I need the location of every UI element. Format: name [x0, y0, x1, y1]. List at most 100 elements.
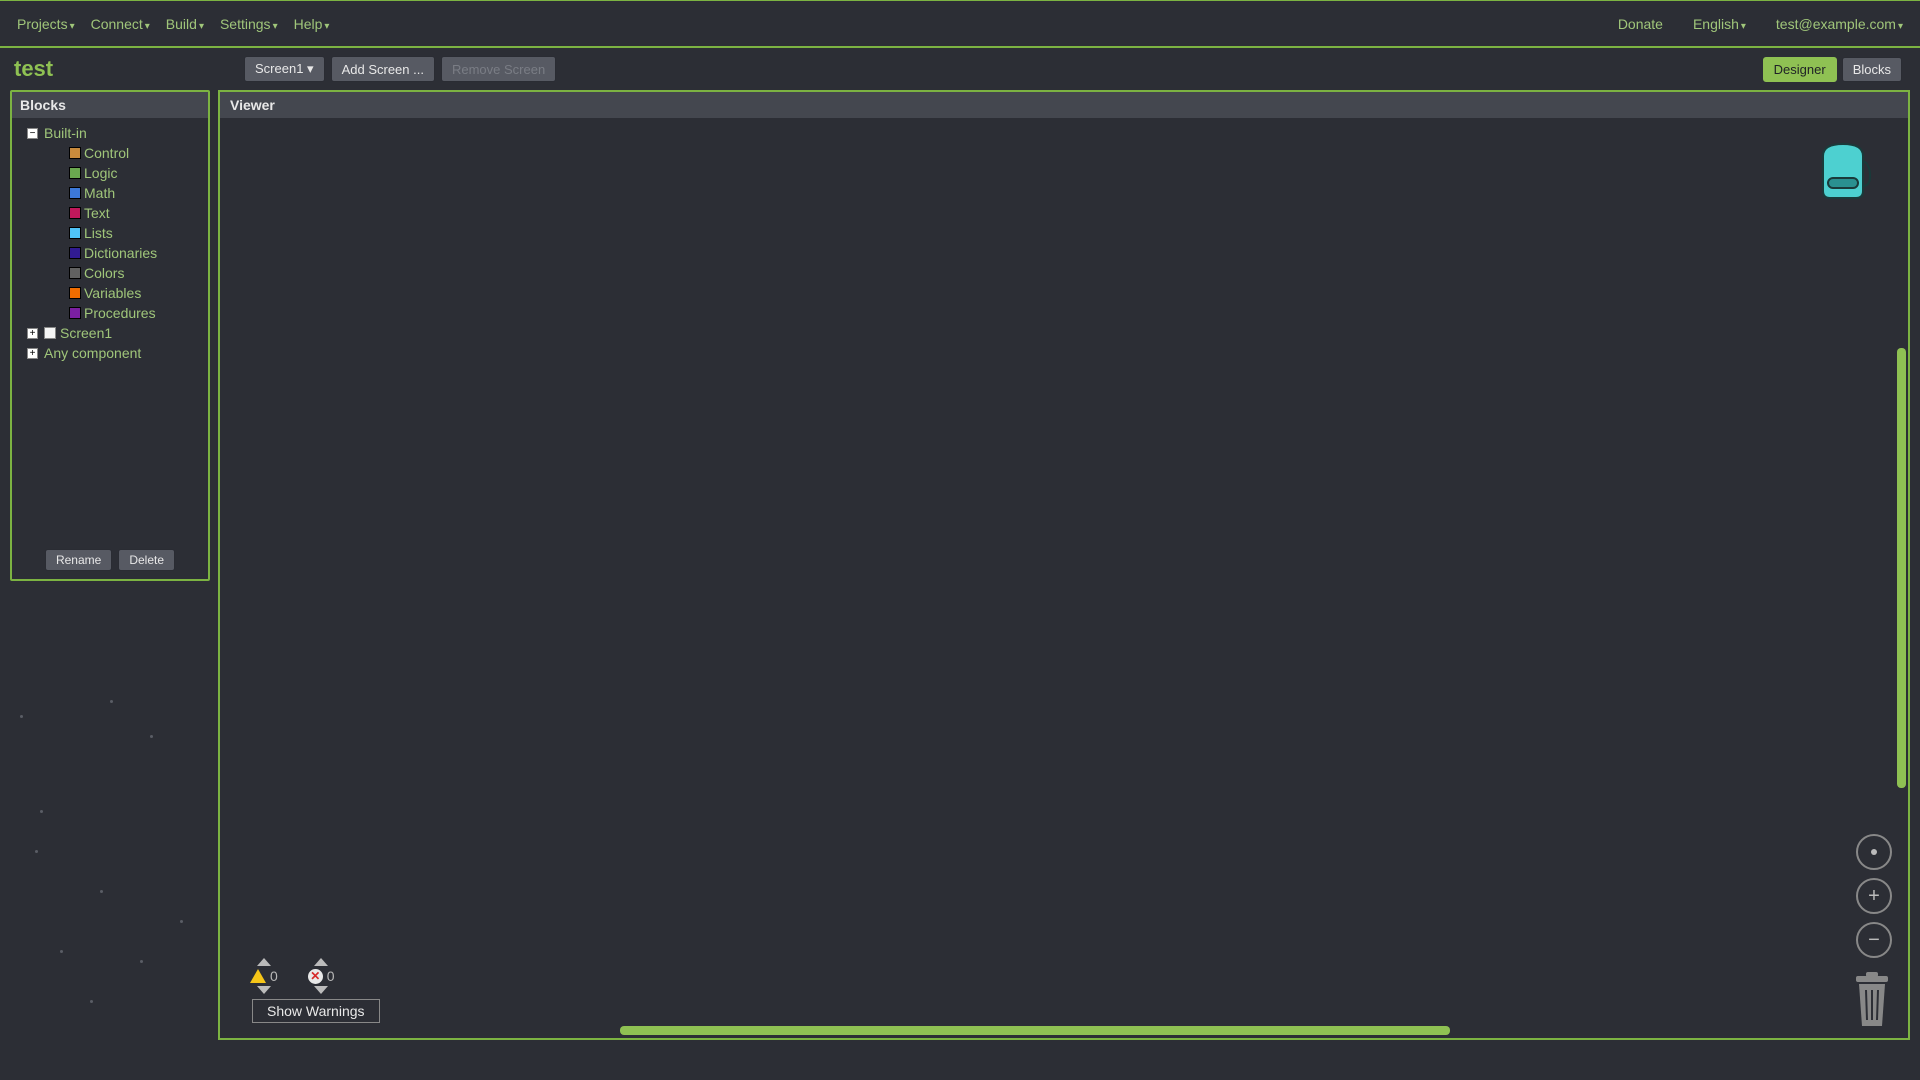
- error-icon: ✕: [308, 969, 323, 984]
- bg-dot: [40, 810, 43, 813]
- tree-variables[interactable]: Variables: [17, 283, 203, 303]
- tree-label: Lists: [84, 225, 113, 241]
- color-swatch: [69, 187, 81, 199]
- tree-label: Variables: [84, 285, 141, 301]
- blocks-panel: Blocks − Built-in Control Logic Math Tex…: [10, 90, 210, 581]
- tree-label: Dictionaries: [84, 245, 157, 261]
- sidebar: Blocks − Built-in Control Logic Math Tex…: [10, 90, 210, 1040]
- tree-colors[interactable]: Colors: [17, 263, 203, 283]
- color-swatch: [69, 207, 81, 219]
- tree-text[interactable]: Text: [17, 203, 203, 223]
- tree-dictionaries[interactable]: Dictionaries: [17, 243, 203, 263]
- tree-lists[interactable]: Lists: [17, 223, 203, 243]
- screen-controls: Screen1 ▾ Add Screen ... Remove Screen: [244, 56, 556, 82]
- error-next-icon[interactable]: [314, 986, 328, 994]
- tree-label: Text: [84, 205, 110, 221]
- zoom-controls: + −: [1856, 834, 1892, 958]
- designer-button[interactable]: Designer: [1763, 57, 1837, 82]
- caret-icon: ▾: [324, 21, 329, 32]
- counter-row: 0 ✕ 0: [250, 958, 380, 994]
- menu-help[interactable]: Help▾: [287, 11, 337, 37]
- vertical-scrollbar[interactable]: [1897, 348, 1906, 788]
- collapse-icon[interactable]: −: [27, 128, 38, 139]
- tree-any-component[interactable]: + Any component: [17, 343, 203, 363]
- zoom-center-button[interactable]: [1856, 834, 1892, 870]
- tree-label: Logic: [84, 165, 117, 181]
- warning-count: 0: [270, 968, 278, 984]
- menu-right: Donate English▾ test@example.com▾: [1611, 11, 1910, 37]
- tree-label: Procedures: [84, 305, 156, 321]
- project-title: test: [14, 56, 234, 82]
- remove-screen-button[interactable]: Remove Screen: [441, 56, 556, 82]
- tree-builtin[interactable]: − Built-in: [17, 123, 203, 143]
- tree-procedures[interactable]: Procedures: [17, 303, 203, 323]
- menu-bar: Projects▾ Connect▾ Build▾ Settings▾ Help…: [0, 0, 1920, 48]
- show-warnings-button[interactable]: Show Warnings: [252, 999, 380, 1023]
- color-swatch: [69, 307, 81, 319]
- color-swatch: [69, 247, 81, 259]
- viewer-panel: Viewer + −: [218, 90, 1910, 1040]
- bg-dot: [180, 920, 183, 923]
- trash-icon[interactable]: [1850, 972, 1894, 1028]
- warning-next-icon[interactable]: [257, 986, 271, 994]
- main-area: Blocks − Built-in Control Logic Math Tex…: [0, 90, 1920, 1040]
- tree-math[interactable]: Math: [17, 183, 203, 203]
- tree-control[interactable]: Control: [17, 143, 203, 163]
- error-prev-icon[interactable]: [314, 958, 328, 966]
- caret-icon: ▾: [307, 61, 314, 76]
- caret-icon: ▾: [145, 21, 150, 32]
- caret-icon: ▾: [199, 21, 204, 32]
- error-count: 0: [327, 968, 335, 984]
- expand-icon[interactable]: +: [27, 328, 38, 339]
- menu-projects[interactable]: Projects▾: [10, 11, 82, 37]
- bg-dot: [35, 850, 38, 853]
- counters: 0 ✕ 0 Show Warnings: [250, 958, 380, 1023]
- menu-left: Projects▾ Connect▾ Build▾ Settings▾ Help…: [10, 11, 336, 37]
- warning-prev-icon[interactable]: [257, 958, 271, 966]
- project-toolbar: test Screen1 ▾ Add Screen ... Remove Scr…: [0, 48, 1920, 90]
- bg-dot: [150, 735, 153, 738]
- caret-icon: ▾: [70, 21, 75, 32]
- backpack-icon[interactable]: [1808, 136, 1878, 206]
- color-swatch: [69, 287, 81, 299]
- menu-connect[interactable]: Connect▾: [84, 11, 157, 37]
- menu-donate[interactable]: Donate: [1611, 11, 1670, 37]
- view-toggle: Designer Blocks: [1763, 57, 1902, 82]
- color-swatch: [69, 267, 81, 279]
- blocks-button[interactable]: Blocks: [1842, 57, 1902, 82]
- menu-build[interactable]: Build▾: [159, 11, 211, 37]
- rename-button[interactable]: Rename: [45, 549, 112, 571]
- bg-dot: [90, 1000, 93, 1003]
- zoom-in-button[interactable]: +: [1856, 878, 1892, 914]
- menu-user[interactable]: test@example.com▾: [1769, 11, 1910, 37]
- bg-dot: [140, 960, 143, 963]
- blocks-panel-footer: Rename Delete: [12, 541, 208, 579]
- bg-dot: [60, 950, 63, 953]
- error-counter: ✕ 0: [308, 958, 335, 994]
- add-screen-button[interactable]: Add Screen ...: [331, 56, 435, 82]
- menu-settings[interactable]: Settings▾: [213, 11, 285, 37]
- tree-label: Built-in: [44, 125, 87, 141]
- menu-language[interactable]: English▾: [1686, 11, 1753, 37]
- zoom-out-button[interactable]: −: [1856, 922, 1892, 958]
- caret-icon: ▾: [1898, 21, 1903, 32]
- color-swatch: [69, 227, 81, 239]
- tree-label: Math: [84, 185, 115, 201]
- tree-screen1[interactable]: + Screen1: [17, 323, 203, 343]
- warning-icon: [250, 969, 266, 983]
- delete-button[interactable]: Delete: [118, 549, 175, 571]
- tree-label: Control: [84, 145, 129, 161]
- screen-dropdown[interactable]: Screen1 ▾: [244, 56, 325, 82]
- color-swatch: [69, 167, 81, 179]
- horizontal-scrollbar[interactable]: [620, 1026, 1450, 1035]
- tree-logic[interactable]: Logic: [17, 163, 203, 183]
- caret-icon: ▾: [273, 21, 278, 32]
- screen-icon: [44, 327, 56, 339]
- expand-icon[interactable]: +: [27, 348, 38, 359]
- workspace[interactable]: + −: [220, 118, 1908, 1038]
- tree-label: Screen1: [60, 325, 112, 341]
- blocks-tree: − Built-in Control Logic Math Text Lists…: [12, 118, 208, 541]
- bg-dot: [110, 700, 113, 703]
- tree-label: Colors: [84, 265, 124, 281]
- tree-label: Any component: [44, 345, 141, 361]
